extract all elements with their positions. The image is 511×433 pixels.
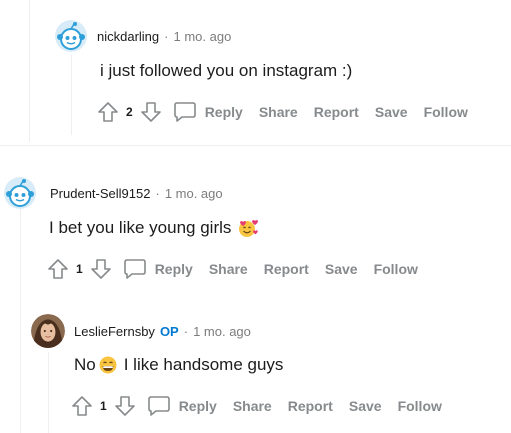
comment-text: i just followed you on instagram :) bbox=[100, 61, 353, 80]
comment-timestamp[interactable]: 1 mo. ago bbox=[174, 29, 232, 44]
comment-timestamp[interactable]: 1 mo. ago bbox=[165, 186, 223, 201]
share-button[interactable]: Share bbox=[233, 398, 272, 414]
comment-bubble-icon bbox=[173, 102, 196, 122]
share-button[interactable]: Share bbox=[209, 261, 248, 277]
comment-timestamp[interactable]: 1 mo. ago bbox=[193, 324, 251, 339]
comment-actions: 1 Reply Share Report Save Follow bbox=[46, 257, 418, 281]
snoo-avatar-icon[interactable] bbox=[55, 20, 87, 52]
comment-username[interactable]: nickdarling bbox=[97, 29, 159, 44]
comment-username[interactable]: LeslieFernsby bbox=[74, 324, 155, 339]
vote-count: 1 bbox=[76, 262, 83, 276]
upvote-icon[interactable] bbox=[70, 394, 94, 418]
smiling-face-with-hearts-icon bbox=[239, 220, 259, 237]
comment-body: No I like handsome guys bbox=[74, 355, 283, 375]
thread-line[interactable] bbox=[48, 352, 49, 433]
comment-text: I bet you like young girls bbox=[49, 218, 232, 237]
snoo-avatar-icon[interactable] bbox=[4, 177, 36, 209]
reply-button[interactable]: Reply bbox=[173, 101, 243, 123]
comment-actions: 2 Reply Share Report Save Follow bbox=[96, 100, 468, 124]
reply-button[interactable]: Reply bbox=[123, 258, 193, 280]
reply-label: Reply bbox=[178, 398, 217, 414]
report-button[interactable]: Report bbox=[264, 261, 309, 277]
follow-button[interactable]: Follow bbox=[424, 104, 468, 120]
comment-bubble-icon bbox=[123, 259, 146, 279]
share-button[interactable]: Share bbox=[259, 104, 298, 120]
comment-header: nickdarling · 1 mo. ago bbox=[55, 20, 231, 52]
comment-body: I bet you like young girls bbox=[49, 218, 259, 238]
meta-separator: · bbox=[183, 323, 189, 339]
reply-button[interactable]: Reply bbox=[147, 395, 217, 417]
report-button[interactable]: Report bbox=[314, 104, 359, 120]
report-button[interactable]: Report bbox=[288, 398, 333, 414]
upvote-icon[interactable] bbox=[96, 100, 120, 124]
vote-count: 2 bbox=[126, 105, 133, 119]
upvote-icon[interactable] bbox=[46, 257, 70, 281]
op-badge: OP bbox=[159, 323, 179, 339]
comment-text-rest: I like handsome guys bbox=[123, 355, 284, 374]
downvote-icon[interactable] bbox=[139, 100, 163, 124]
save-button[interactable]: Save bbox=[349, 398, 382, 414]
downvote-icon[interactable] bbox=[89, 257, 113, 281]
vote-count: 1 bbox=[100, 399, 107, 413]
follow-button[interactable]: Follow bbox=[398, 398, 442, 414]
comment-header: LeslieFernsby OP · 1 mo. ago bbox=[31, 314, 251, 348]
meta-separator: · bbox=[155, 185, 160, 201]
user-avatar-icon[interactable] bbox=[31, 314, 65, 348]
comment-header: Prudent-Sell9152 · 1 mo. ago bbox=[4, 177, 223, 209]
comment-text: No bbox=[74, 355, 96, 374]
comment-body: i just followed you on instagram :) bbox=[100, 61, 352, 81]
thread-line[interactable] bbox=[29, 0, 30, 142]
thread-line[interactable] bbox=[20, 208, 21, 433]
save-button[interactable]: Save bbox=[375, 104, 408, 120]
downvote-icon[interactable] bbox=[113, 394, 137, 418]
follow-button[interactable]: Follow bbox=[374, 261, 418, 277]
reply-label: Reply bbox=[204, 104, 243, 120]
save-button[interactable]: Save bbox=[325, 261, 358, 277]
reply-label: Reply bbox=[154, 261, 193, 277]
comment-username[interactable]: Prudent-Sell9152 bbox=[50, 186, 150, 201]
grinning-face-icon bbox=[99, 356, 117, 374]
comment-actions: 1 Reply Share Report Save Follow bbox=[70, 394, 442, 418]
comment-divider bbox=[0, 145, 511, 146]
comment-bubble-icon bbox=[147, 396, 170, 416]
thread-line[interactable] bbox=[71, 55, 72, 135]
meta-separator: · bbox=[164, 28, 169, 44]
